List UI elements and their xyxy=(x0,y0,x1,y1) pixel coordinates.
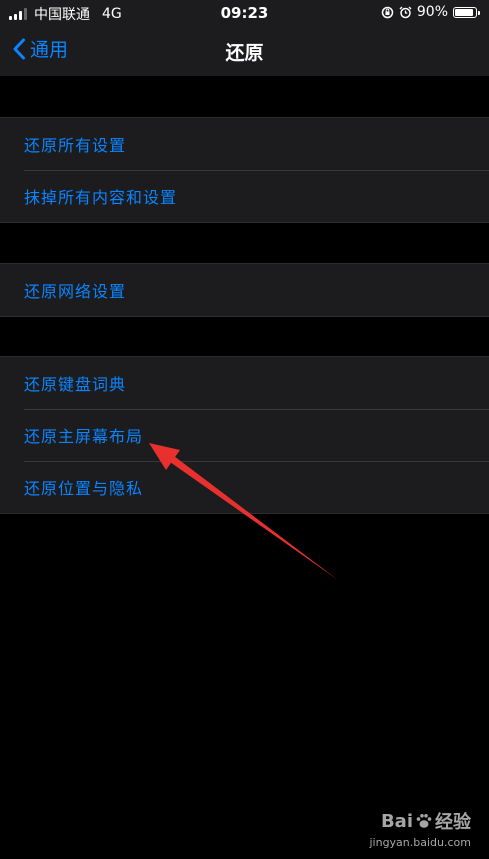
watermark-logo: Bai 经验 xyxy=(369,808,471,834)
battery-percent: 90% xyxy=(416,4,448,20)
row-label: 还原网络设置 xyxy=(24,282,127,301)
reset-all-settings-row[interactable]: 还原所有设置 xyxy=(0,118,489,170)
orientation-lock-icon xyxy=(381,6,394,18)
row-label: 抹掉所有内容和设置 xyxy=(24,188,178,207)
row-label: 还原位置与隐私 xyxy=(24,479,144,498)
row-label: 还原主屏幕布局 xyxy=(24,427,144,446)
erase-all-content-row[interactable]: 抹掉所有内容和设置 xyxy=(0,170,489,222)
navigation-bar: 通用 还原 xyxy=(0,26,489,76)
reset-group-2: 还原网络设置 xyxy=(0,263,489,317)
reset-group-3: 还原键盘词典 还原主屏幕布局 还原位置与隐私 xyxy=(0,356,489,514)
alarm-icon xyxy=(399,6,412,18)
reset-network-settings-row[interactable]: 还原网络设置 xyxy=(0,264,489,316)
row-label: 还原键盘词典 xyxy=(24,375,127,394)
paw-icon xyxy=(416,814,432,828)
battery-fill xyxy=(455,8,473,16)
watermark-url: jingyan.baidu.com xyxy=(369,836,471,849)
baidu-jingyan-watermark: Bai 经验 jingyan.baidu.com xyxy=(369,808,471,850)
reset-group-1: 还原所有设置 抹掉所有内容和设置 xyxy=(0,117,489,223)
page-title: 还原 xyxy=(225,42,264,64)
battery-icon xyxy=(453,6,480,18)
watermark-brand-suffix: 经验 xyxy=(435,812,471,833)
reset-keyboard-dictionary-row[interactable]: 还原键盘词典 xyxy=(0,357,489,409)
reset-home-screen-layout-row[interactable]: 还原主屏幕布局 xyxy=(0,409,489,461)
row-label: 还原所有设置 xyxy=(24,136,127,155)
reset-location-privacy-row[interactable]: 还原位置与隐私 xyxy=(0,461,489,513)
watermark-brand: Bai xyxy=(380,810,413,832)
status-bar: 中国联通 4G 09:23 90% xyxy=(0,0,489,26)
status-right: 90% xyxy=(381,4,480,20)
